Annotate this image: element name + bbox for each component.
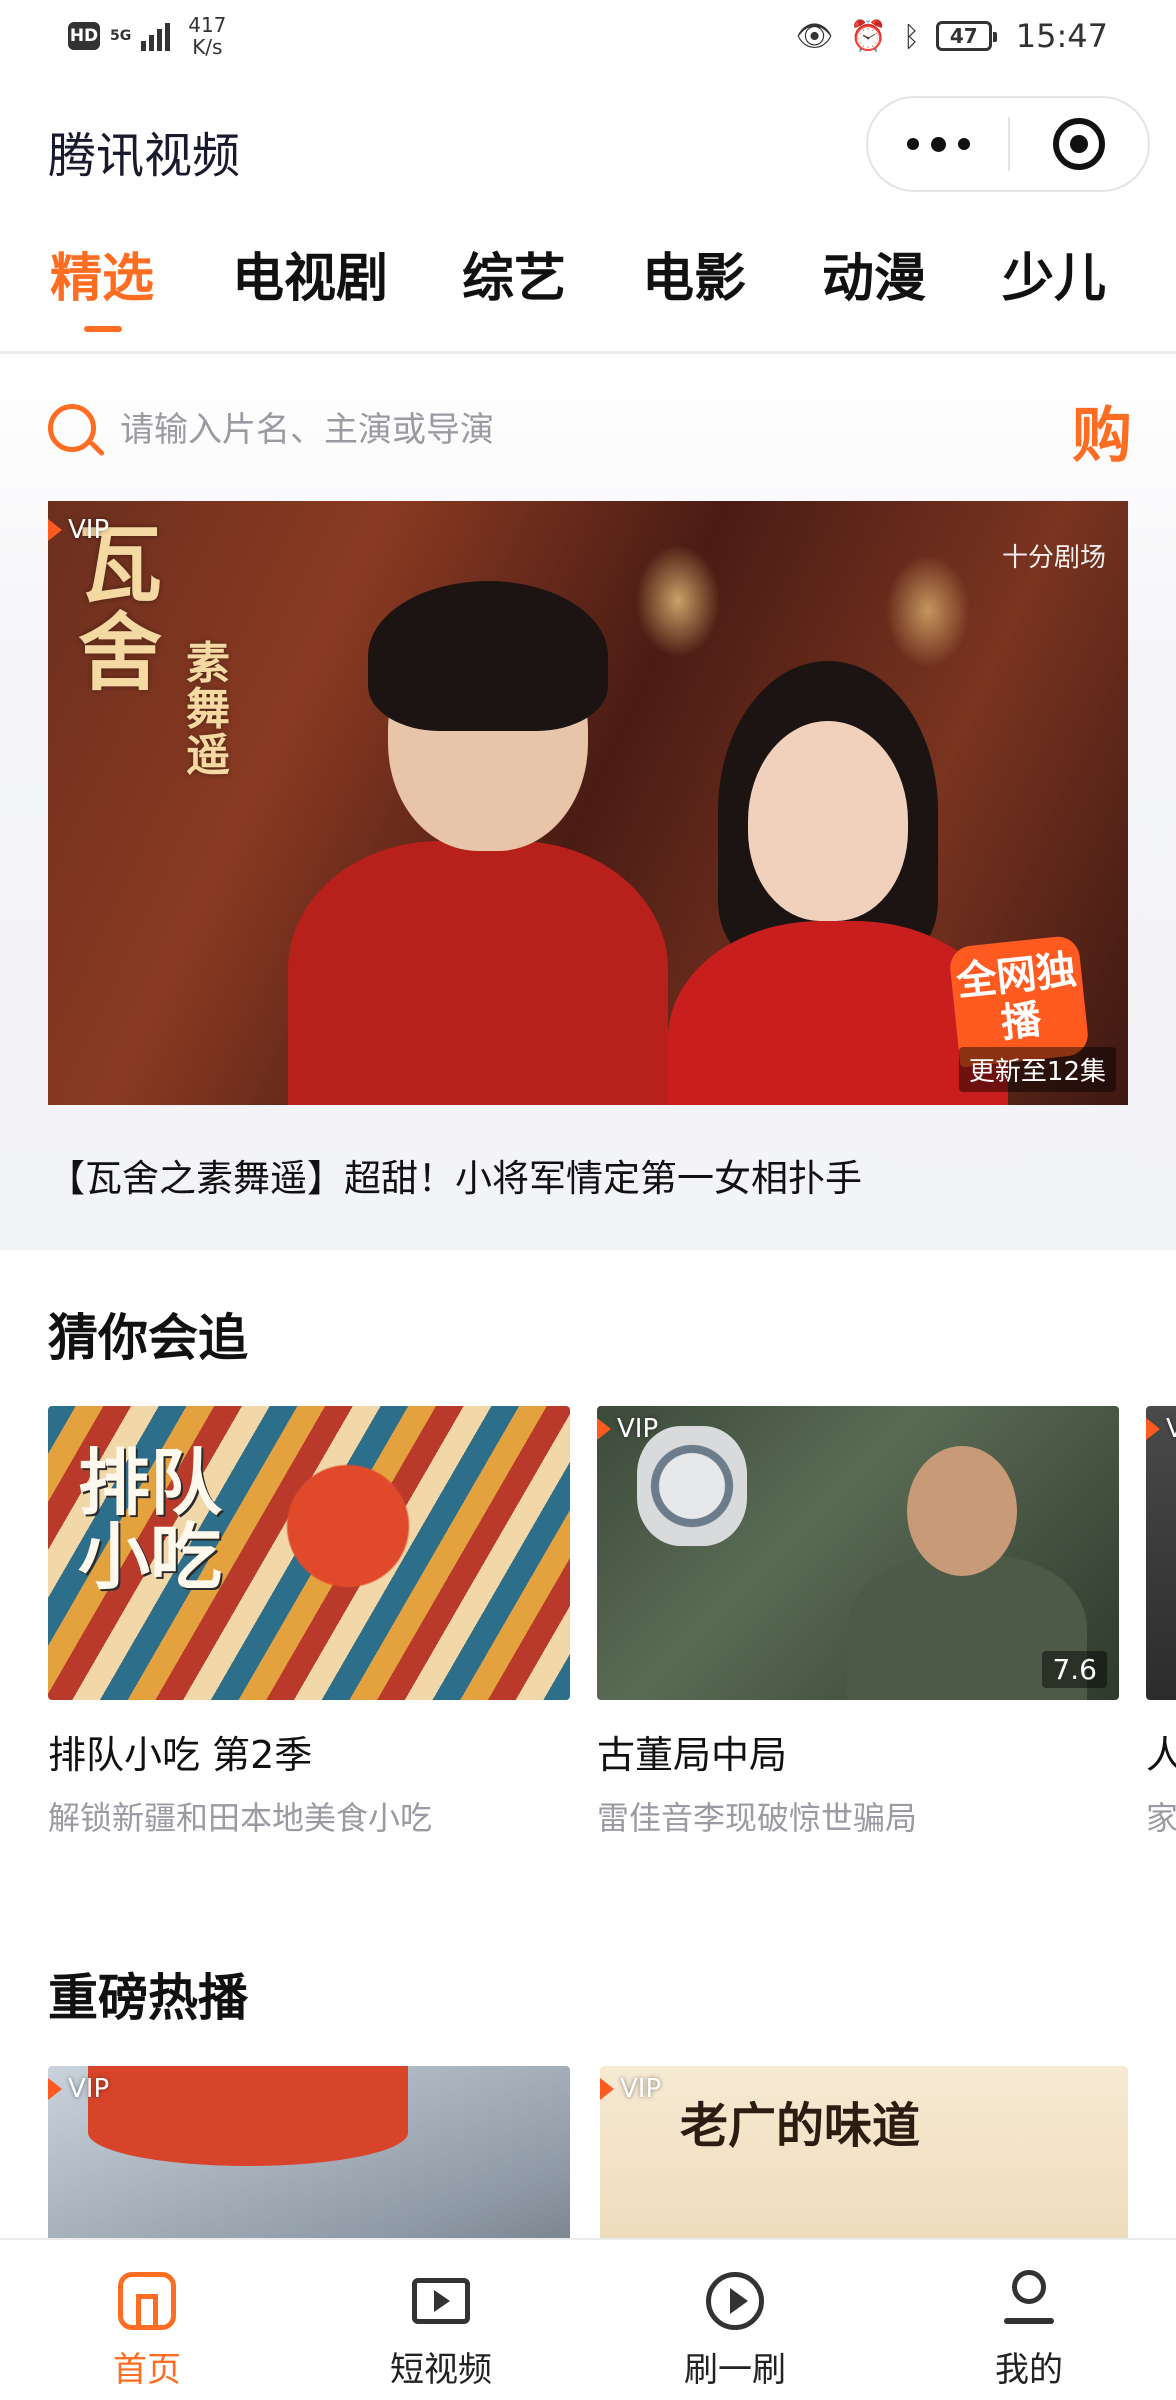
- category-tabs: 精选 电视剧 综艺 电影 动漫 少儿: [0, 236, 1176, 354]
- hero-banner[interactable]: 瓦舍 素舞遥 VIP 十分剧场 全网独播 更新至12集: [48, 501, 1128, 1105]
- active-tab-indicator: [84, 326, 122, 332]
- more-dot-icon: [930, 136, 946, 152]
- search-bar: 购: [44, 398, 1132, 471]
- search-input[interactable]: [120, 400, 920, 460]
- banner-title-art: 瓦舍 素舞遥: [78, 515, 230, 781]
- vip-badge: VIP: [600, 2074, 661, 2104]
- canton-title-art: 老广的味道: [680, 2098, 921, 2154]
- battery-icon: 47: [935, 21, 997, 51]
- status-right: 👁 ⏰ ᛒ 47 15:47: [796, 17, 1108, 55]
- content-card[interactable]: 排队 小吃 排队小吃 第2季 解锁新疆和田本地美食小吃: [48, 1406, 570, 1839]
- tab-variety[interactable]: 综艺: [462, 236, 566, 311]
- more-button[interactable]: [868, 98, 1008, 190]
- banner-brand: 十分剧场: [1001, 543, 1106, 573]
- vip-badge: VIP: [48, 2074, 109, 2104]
- card-subtitle: 雷佳音李现破惊世骗局: [597, 1799, 918, 1837]
- vip-badge: V: [1146, 1414, 1176, 1444]
- card-subtitle: 家: [1146, 1799, 1176, 1837]
- content-card[interactable]: VIP 7.6 古董局中局 雷佳音李现破惊世骗局: [597, 1406, 1119, 1839]
- speed-value: 417: [188, 13, 227, 37]
- nav-profile[interactable]: 我的: [882, 2240, 1176, 2400]
- card-thumbnail: 排队 小吃: [48, 1406, 570, 1700]
- card-subtitle: 解锁新疆和田本地美食小吃: [48, 1799, 433, 1837]
- network-type: 5G: [110, 28, 132, 44]
- snack-title-art: 排队 小吃: [78, 1440, 223, 1599]
- antique-vase-image: [637, 1426, 747, 1546]
- banner-caption[interactable]: 【瓦舍之素舞遥】超甜！小将军情定第一女相扑手: [48, 1148, 862, 1202]
- vip-badge: VIP: [48, 515, 109, 545]
- status-left: HD 5G 417 K/s: [68, 14, 226, 58]
- signal-icon: [141, 21, 171, 51]
- alarm-icon: ⏰: [849, 18, 887, 54]
- status-bar: HD 5G 417 K/s 👁 ⏰ ᛒ 47 15:47: [0, 0, 1176, 72]
- swipe-play-icon: [704, 2270, 766, 2332]
- content-card-peek[interactable]: V 人 家: [1146, 1406, 1176, 1839]
- speed-unit: K/s: [192, 35, 223, 59]
- tab-anime[interactable]: 动漫: [822, 236, 926, 311]
- shop-button[interactable]: 购: [1072, 387, 1132, 474]
- nav-label: 首页: [113, 2350, 181, 2390]
- nav-home[interactable]: 首页: [0, 2240, 294, 2400]
- nav-label: 刷一刷: [684, 2350, 786, 2390]
- vip-badge: VIP: [597, 1414, 658, 1444]
- miniprogram-capsule: [866, 96, 1150, 192]
- nav-short-video[interactable]: 短视频: [294, 2240, 588, 2400]
- card-title: 古董局中局: [597, 1733, 788, 1777]
- app-bar: 腾讯视频: [0, 92, 1176, 204]
- more-dot-icon: [906, 138, 919, 150]
- tab-featured[interactable]: 精选: [50, 236, 154, 311]
- more-dot-icon: [957, 138, 970, 150]
- episode-update-badge: 更新至12集: [958, 1047, 1116, 1092]
- video-icon: [410, 2270, 472, 2332]
- section-title-hot: 重磅热播: [48, 1969, 248, 2027]
- helmet-image: [88, 2066, 408, 2166]
- app-title: 腾讯视频: [48, 128, 241, 184]
- network-speed: 417 K/s: [188, 14, 226, 58]
- tab-tv-series[interactable]: 电视剧: [232, 236, 388, 311]
- hd-icon: HD: [68, 22, 100, 50]
- search-icon[interactable]: [44, 400, 106, 460]
- nav-label: 短视频: [390, 2350, 492, 2390]
- bluetooth-icon: ᛒ: [902, 19, 920, 53]
- banner-actor: [288, 581, 668, 1105]
- nav-swipe[interactable]: 刷一刷: [588, 2240, 882, 2400]
- tab-movies[interactable]: 电影: [642, 236, 746, 311]
- tab-kids[interactable]: 少儿: [1002, 236, 1106, 311]
- bottom-navigation: 首页 短视频 刷一刷 我的: [0, 2238, 1176, 2400]
- rating-badge: 7.6: [1042, 1651, 1107, 1688]
- card-title: 人: [1146, 1733, 1176, 1777]
- eye-icon: 👁: [795, 18, 834, 54]
- card-thumbnail: V: [1146, 1406, 1176, 1700]
- home-icon: [116, 2270, 178, 2332]
- card-thumbnail: VIP 7.6: [597, 1406, 1119, 1700]
- banner-actress: [668, 661, 1008, 1105]
- section-title-guess: 猜你会追: [48, 1309, 248, 1367]
- target-icon: [1053, 118, 1105, 170]
- clock: 15:47: [1015, 17, 1108, 55]
- nav-label: 我的: [995, 2350, 1063, 2390]
- close-miniprogram-button[interactable]: [1010, 118, 1148, 170]
- card-title: 排队小吃 第2季: [48, 1733, 313, 1777]
- profile-icon: [998, 2270, 1060, 2332]
